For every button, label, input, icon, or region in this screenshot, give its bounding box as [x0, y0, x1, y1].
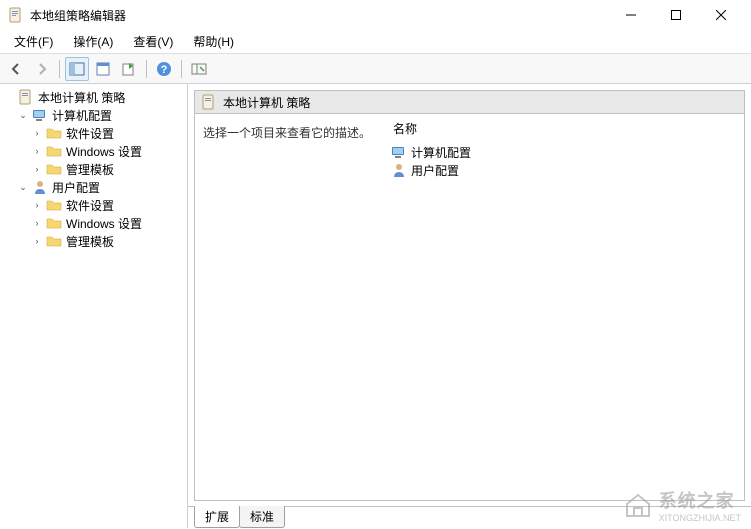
- chevron-right-icon[interactable]: ›: [30, 216, 44, 230]
- svg-text:?: ?: [161, 64, 168, 76]
- watermark: 系统之家 XITONGZHIJIA.NET: [623, 487, 741, 523]
- tree-item-windows[interactable]: › Windows 设置: [30, 214, 185, 232]
- tree-node-label: Windows 设置: [64, 215, 144, 232]
- document-icon: [201, 94, 217, 110]
- tree-computer-row[interactable]: ⌄ 计算机配置: [16, 106, 185, 124]
- chevron-down-icon[interactable]: ⌄: [16, 180, 30, 194]
- tree-pane: 本地计算机 策略 ⌄ 计算机配置 › 软件设置 › Windows 设置: [0, 84, 188, 528]
- main-area: 本地计算机 策略 ⌄ 计算机配置 › 软件设置 › Windows 设置: [0, 84, 751, 528]
- tree-item-windows[interactable]: › Windows 设置: [30, 142, 185, 160]
- list-item-user[interactable]: 用户配置: [389, 161, 740, 179]
- watermark-url: XITONGZHIJIA.NET: [659, 513, 741, 523]
- list-pane: 名称 计算机配置 用户配置: [385, 114, 744, 500]
- tree-node-label: Windows 设置: [64, 143, 144, 160]
- folder-icon: [46, 143, 62, 159]
- tree-item-admin[interactable]: › 管理模板: [30, 232, 185, 250]
- chevron-down-icon[interactable]: ⌄: [16, 108, 30, 122]
- tree-item-software[interactable]: › 软件设置: [30, 196, 185, 214]
- tree-root-row[interactable]: 本地计算机 策略: [2, 88, 185, 106]
- title-bar: 本地组策略编辑器: [0, 0, 751, 30]
- help-button[interactable]: ?: [152, 57, 176, 81]
- properties-button[interactable]: [91, 57, 115, 81]
- toolbar: ?: [0, 54, 751, 84]
- window-controls: [608, 1, 743, 29]
- show-hide-tree-button[interactable]: [65, 57, 89, 81]
- chevron-right-icon[interactable]: ›: [30, 144, 44, 158]
- detail-title: 本地计算机 策略: [223, 94, 310, 111]
- description-text: 选择一个项目来查看它的描述。: [203, 124, 377, 141]
- tree-node-label: 软件设置: [64, 197, 116, 214]
- computer-icon: [391, 144, 407, 160]
- folder-icon: [46, 233, 62, 249]
- user-icon: [391, 162, 407, 178]
- list-item-label: 计算机配置: [411, 144, 471, 161]
- list-item-computer[interactable]: 计算机配置: [389, 143, 740, 161]
- tab-standard[interactable]: 标准: [239, 506, 285, 528]
- description-pane: 选择一个项目来查看它的描述。: [195, 114, 385, 500]
- computer-icon: [32, 107, 48, 123]
- folder-icon: [46, 161, 62, 177]
- folder-icon: [46, 215, 62, 231]
- toolbar-separator: [181, 60, 182, 78]
- export-button[interactable]: [117, 57, 141, 81]
- tree-node-label: 计算机配置: [50, 107, 114, 124]
- menu-action[interactable]: 操作(A): [63, 30, 123, 53]
- detail-header: 本地计算机 策略: [194, 90, 745, 114]
- tree-item-software[interactable]: › 软件设置: [30, 124, 185, 142]
- tree-user-row[interactable]: ⌄ 用户配置: [16, 178, 185, 196]
- back-button[interactable]: [4, 57, 28, 81]
- house-icon: [623, 492, 653, 518]
- app-icon: [8, 7, 24, 23]
- minimize-button[interactable]: [608, 1, 653, 29]
- tree-node-label: 管理模板: [64, 233, 116, 250]
- chevron-right-icon[interactable]: ›: [30, 198, 44, 212]
- tree-node-label: 软件设置: [64, 125, 116, 142]
- chevron-right-icon[interactable]: ›: [30, 162, 44, 176]
- chevron-right-icon[interactable]: ›: [30, 234, 44, 248]
- chevron-right-icon[interactable]: ›: [30, 126, 44, 140]
- filter-button[interactable]: [187, 57, 211, 81]
- tree-item-admin[interactable]: › 管理模板: [30, 160, 185, 178]
- menu-view[interactable]: 查看(V): [123, 30, 183, 53]
- tree-node-label: 本地计算机 策略: [36, 89, 127, 106]
- window-title: 本地组策略编辑器: [30, 7, 608, 24]
- menu-bar: 文件(F) 操作(A) 查看(V) 帮助(H): [0, 30, 751, 54]
- menu-file[interactable]: 文件(F): [4, 30, 63, 53]
- column-header-name[interactable]: 名称: [389, 118, 740, 139]
- forward-button[interactable]: [30, 57, 54, 81]
- menu-help[interactable]: 帮助(H): [183, 30, 244, 53]
- policy-tree[interactable]: 本地计算机 策略 ⌄ 计算机配置 › 软件设置 › Windows 设置: [2, 88, 185, 250]
- user-icon: [32, 179, 48, 195]
- list-item-label: 用户配置: [411, 162, 459, 179]
- detail-body: 选择一个项目来查看它的描述。 名称 计算机配置 用户配置: [194, 114, 745, 501]
- toolbar-separator: [59, 60, 60, 78]
- chevron-blank-icon: [2, 90, 16, 104]
- folder-icon: [46, 125, 62, 141]
- maximize-button[interactable]: [653, 1, 698, 29]
- detail-pane: 本地计算机 策略 选择一个项目来查看它的描述。 名称 计算机配置 用户配置: [188, 84, 751, 528]
- toolbar-separator: [146, 60, 147, 78]
- watermark-brand: 系统之家: [659, 491, 735, 511]
- document-icon: [18, 89, 34, 105]
- folder-icon: [46, 197, 62, 213]
- tab-extended[interactable]: 扩展: [194, 506, 240, 528]
- tree-node-label: 管理模板: [64, 161, 116, 178]
- tree-node-label: 用户配置: [50, 179, 102, 196]
- close-button[interactable]: [698, 1, 743, 29]
